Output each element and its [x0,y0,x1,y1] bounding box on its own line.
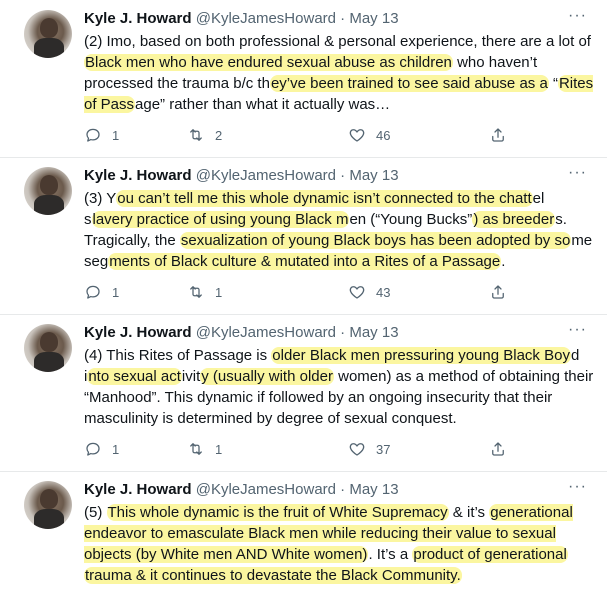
reply-button[interactable]: 1 [84,440,119,458]
author-handle[interactable]: @KyleJamesHoward [196,481,336,498]
action-bar: 1 2 46 [84,126,524,146]
tweet-header: Kyle J. Howard @KyleJamesHoward · May 13 [84,323,399,343]
avatar[interactable] [24,324,72,372]
highlighted-text: lavery practice of using young Black m [91,211,350,228]
tweet[interactable]: Kyle J. Howard @KyleJamesHoward · May 13… [0,157,607,315]
reply-button[interactable]: 1 [84,126,119,144]
tweet[interactable]: Kyle J. Howard @KyleJamesHoward · May 13… [0,0,607,158]
like-icon [348,283,366,301]
text-segment: en (“Young Bucks” [349,211,473,228]
author-name[interactable]: Kyle J. Howard [84,481,192,498]
more-options-icon[interactable]: ··· [568,320,587,340]
separator-dot: · [340,324,346,341]
like-count: 37 [376,441,391,457]
reply-icon [84,440,102,458]
reply-count: 1 [112,127,120,143]
highlighted-text: Black men who have endured sexual abuse … [84,54,453,71]
highlighted-text: older Black men pressuring young Black B… [271,347,571,364]
text-segment: (4) This Rites of Passage is [84,347,272,364]
retweet-icon [187,440,205,458]
more-options-icon[interactable]: ··· [568,163,587,183]
share-button[interactable] [489,126,507,144]
author-name[interactable]: Kyle J. Howard [84,10,192,27]
reply-icon [84,283,102,301]
author-handle[interactable]: @KyleJamesHoward [196,10,336,27]
reply-button[interactable]: 1 [84,283,119,301]
share-icon [489,126,507,144]
tweet-text: (5) This whole dynamic is the fruit of W… [84,502,594,586]
highlighted-text: This whole dynamic is the fruit of White… [106,504,449,521]
share-icon [489,440,507,458]
like-button[interactable]: 37 [348,440,390,458]
highlighted-text: ments of Black culture & mutated into a … [108,253,502,270]
text-segment: . [501,253,506,270]
more-options-icon[interactable]: ··· [568,477,587,497]
action-bar: 1 1 37 [84,440,524,460]
like-icon [348,126,366,144]
like-icon [348,440,366,458]
author-handle[interactable]: @KyleJamesHoward [196,324,336,341]
retweet-count: 2 [215,127,223,143]
reply-count: 1 [112,441,120,457]
separator-dot: · [340,167,346,184]
tweet[interactable]: Kyle J. Howard @KyleJamesHoward · May 13… [0,471,607,591]
avatar[interactable] [24,167,72,215]
author-handle[interactable]: @KyleJamesHoward [196,167,336,184]
share-icon [489,283,507,301]
author-name[interactable]: Kyle J. Howard [84,324,192,341]
text-segment: (5) [84,504,107,521]
tweet-header: Kyle J. Howard @KyleJamesHoward · May 13 [84,166,399,186]
text-segment: age” rather than what it actually was… [135,96,391,113]
share-button[interactable] [489,283,507,301]
highlighted-text: trauma & it continues to devastate the B… [84,567,462,584]
retweet-count: 1 [215,441,223,457]
tweet-date[interactable]: May 13 [349,10,398,27]
like-count: 46 [376,127,391,143]
tweet-date[interactable]: May 13 [349,167,398,184]
highlighted-text: nto sexual act [87,368,182,385]
tweet[interactable]: Kyle J. Howard @KyleJamesHoward · May 13… [0,314,607,472]
tweet-text: (3) You can’t tell me this whole dynamic… [84,188,594,272]
separator-dot: · [340,10,346,27]
separator-dot: · [340,481,346,498]
retweet-button[interactable]: 1 [187,283,222,301]
highlighted-text: ) as breeder [472,211,556,228]
avatar[interactable] [24,10,72,58]
tweet-date[interactable]: May 13 [349,481,398,498]
like-button[interactable]: 43 [348,283,390,301]
tweet-date[interactable]: May 13 [349,324,398,341]
text-segment: . It’s a [368,546,413,563]
text-segment: (2) Imo, based on both professional & pe… [84,33,591,50]
highlighted-text: product of generational [412,546,568,563]
text-segment: “ [548,75,558,92]
highlighted-text: ey’ve been trained to see said abuse as … [269,75,549,92]
text-segment: ivit [181,368,201,385]
retweet-icon [187,126,205,144]
retweet-count: 1 [215,284,223,300]
more-options-icon[interactable]: ··· [568,6,587,26]
reply-icon [84,126,102,144]
like-count: 43 [376,284,391,300]
highlighted-text: ou can’t tell me this whole dynamic isn’… [116,190,533,207]
highlighted-text: y (usually with older [200,368,334,385]
retweet-button[interactable]: 2 [187,126,222,144]
like-button[interactable]: 46 [348,126,390,144]
text-segment: & it’s [448,504,490,521]
author-name[interactable]: Kyle J. Howard [84,167,192,184]
tweet-header: Kyle J. Howard @KyleJamesHoward · May 13 [84,480,399,500]
avatar[interactable] [24,481,72,529]
retweet-icon [187,283,205,301]
retweet-button[interactable]: 1 [187,440,222,458]
action-bar: 1 1 43 [84,283,524,303]
share-button[interactable] [489,440,507,458]
tweet-text: (4) This Rites of Passage is older Black… [84,345,594,429]
tweet-header: Kyle J. Howard @KyleJamesHoward · May 13 [84,9,399,29]
highlighted-text: sexualization of young Black boys has be… [179,232,572,249]
tweet-text: (2) Imo, based on both professional & pe… [84,31,594,115]
text-segment: (3) Y [84,190,117,207]
reply-count: 1 [112,284,120,300]
